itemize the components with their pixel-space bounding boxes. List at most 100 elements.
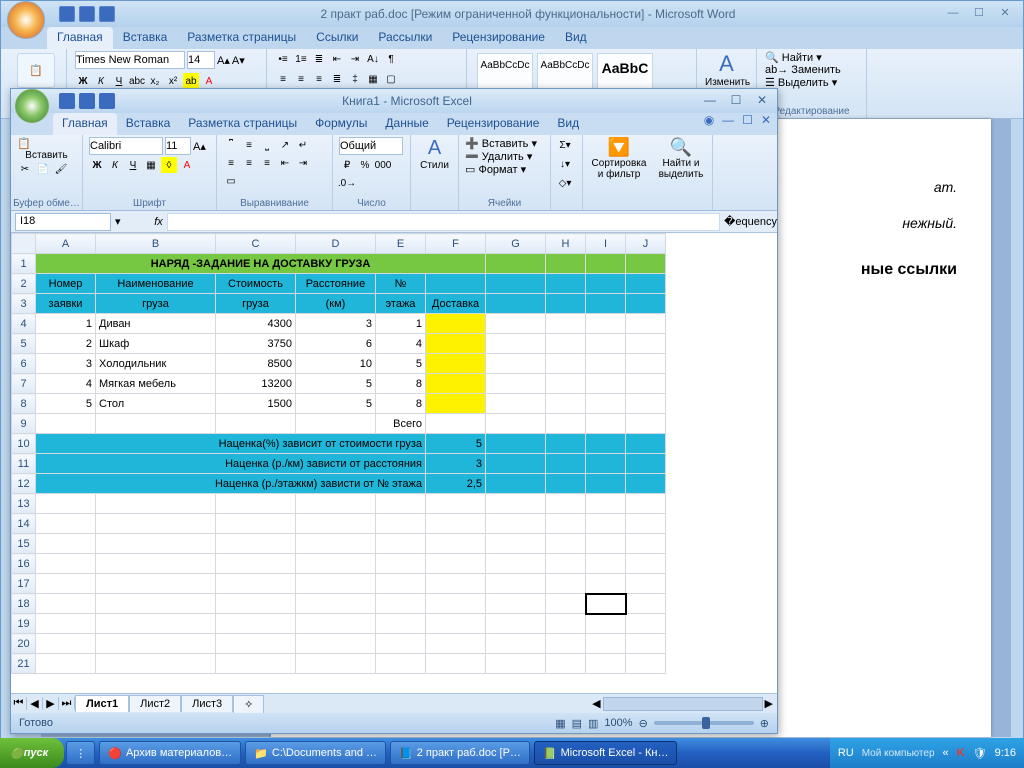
currency-icon[interactable]: ₽ <box>339 157 355 173</box>
tab-mailings[interactable]: Рассылки <box>368 27 442 49</box>
row-header-10[interactable]: 10 <box>12 434 36 454</box>
show-marks-icon[interactable]: ¶ <box>383 51 399 67</box>
clock[interactable]: 9:16 <box>995 747 1016 759</box>
row-header-8[interactable]: 8 <box>12 394 36 414</box>
tab-view[interactable]: Вид <box>555 27 597 49</box>
merge-icon[interactable]: ▭ <box>223 173 239 189</box>
multilevel-icon[interactable]: ≣ <box>311 51 327 67</box>
expand-formula-icon[interactable]: �equency <box>724 215 777 228</box>
replace-button[interactable]: ab→ Заменить <box>765 64 858 76</box>
sheet-nav-first[interactable]: ⏮ <box>11 697 27 710</box>
help-icon[interactable]: ◉ <box>704 113 714 135</box>
font-size-box[interactable] <box>187 51 215 69</box>
tab-formulas[interactable]: Формулы <box>306 113 376 135</box>
font-name-box[interactable] <box>89 137 163 155</box>
indent-dec-icon[interactable]: ⇤ <box>277 155 293 171</box>
tab-insert[interactable]: Вставка <box>117 113 180 135</box>
volume-icon[interactable]: 🛡 <box>973 747 987 760</box>
restore-button[interactable]: ☐ <box>725 94 747 108</box>
excel-grid[interactable]: ABCDEFGHIJ1НАРЯД -ЗАДАНИЕ НА ДОСТАВКУ ГР… <box>11 233 777 693</box>
task-excel[interactable]: 📗 Microsoft Excel - Кн… <box>534 741 678 765</box>
sort-icon[interactable]: A↓ <box>365 51 381 67</box>
kaspersky-icon[interactable]: K <box>957 747 965 759</box>
zoom-label[interactable]: 100% <box>604 717 632 729</box>
row-header-11[interactable]: 11 <box>12 454 36 474</box>
find-select-button[interactable]: Найти и выделить <box>653 158 709 180</box>
redo-icon[interactable] <box>99 93 115 109</box>
indent-dec-icon[interactable]: ⇤ <box>329 51 345 67</box>
inc-decimal-icon[interactable]: .0→ <box>339 175 355 191</box>
excel-titlebar[interactable]: Книга1 - Microsoft Excel — ☐ ✕ <box>11 89 777 113</box>
grow-font-icon[interactable]: A▴ <box>193 140 206 153</box>
row-header-15[interactable]: 15 <box>12 534 36 554</box>
justify-icon[interactable]: ≣ <box>329 71 345 87</box>
excel-office-button[interactable] <box>15 89 49 123</box>
numbering-icon[interactable]: 1≡ <box>293 51 309 67</box>
tab-review[interactable]: Рецензирование <box>438 113 549 135</box>
undo-icon[interactable] <box>79 93 95 109</box>
col-header-G[interactable]: G <box>486 234 546 254</box>
row-header-1[interactable]: 1 <box>12 254 36 274</box>
word-quick-access[interactable] <box>59 6 115 22</box>
row-header-4[interactable]: 4 <box>12 314 36 334</box>
delete-cells-button[interactable]: ➖ Удалить ▾ <box>465 150 544 163</box>
indent-inc-icon[interactable]: ⇥ <box>347 51 363 67</box>
col-header-A[interactable]: A <box>36 234 96 254</box>
col-header-B[interactable]: B <box>96 234 216 254</box>
task-opera[interactable]: 🔴 Архив материалов… <box>99 741 241 765</box>
row-header-16[interactable]: 16 <box>12 554 36 574</box>
styles-button[interactable]: Стили <box>417 160 452 171</box>
maximize-button[interactable]: ☐ <box>967 6 991 22</box>
start-button[interactable]: 🟢 пуск <box>0 738 64 768</box>
col-header-H[interactable]: H <box>546 234 586 254</box>
col-header-I[interactable]: I <box>586 234 626 254</box>
cut-icon[interactable]: ✂ <box>17 161 33 177</box>
row-header-14[interactable]: 14 <box>12 514 36 534</box>
hscroll-right[interactable]: ▶ <box>765 697 773 711</box>
tab-insert[interactable]: Вставка <box>113 27 178 49</box>
subscript-icon[interactable]: x₂ <box>147 73 163 89</box>
row-header-12[interactable]: 12 <box>12 474 36 494</box>
insert-cells-button[interactable]: ➕ Вставить ▾ <box>465 137 544 150</box>
view-break-icon[interactable]: ▥ <box>588 717 598 730</box>
sheet-tab-new[interactable]: ✧ <box>233 695 264 713</box>
task-word[interactable]: 📘 2 практ раб.doc [Р… <box>390 741 530 765</box>
bold-icon[interactable]: Ж <box>89 157 105 173</box>
superscript-icon[interactable]: x² <box>165 73 181 89</box>
align-top-icon[interactable]: ⎴ <box>223 137 239 153</box>
row-header-6[interactable]: 6 <box>12 354 36 374</box>
close-button[interactable]: ✕ <box>993 6 1017 22</box>
orientation-icon[interactable]: ↗ <box>277 137 293 153</box>
font-name-box[interactable] <box>75 51 185 69</box>
bold-icon[interactable]: Ж <box>75 73 91 89</box>
tab-home[interactable]: Главная <box>53 113 117 135</box>
borders-icon[interactable]: ▦ <box>143 157 159 173</box>
highlight-icon[interactable]: ab <box>183 73 199 89</box>
quicklaunch[interactable]: ⋮ <box>66 741 95 765</box>
col-header-D[interactable]: D <box>296 234 376 254</box>
tray-icon[interactable]: « <box>943 747 949 759</box>
tab-references[interactable]: Ссылки <box>306 27 368 49</box>
bullets-icon[interactable]: •≡ <box>275 51 291 67</box>
clear-icon[interactable]: ◇▾ <box>557 175 573 191</box>
col-header-F[interactable]: F <box>426 234 486 254</box>
task-explorer[interactable]: 📁 C:\Documents and … <box>245 741 386 765</box>
word-office-button[interactable] <box>7 1 45 39</box>
system-tray[interactable]: RU Мой компьютер « K 🛡 9:16 <box>830 738 1024 768</box>
find-button[interactable]: 🔍 Найти ▾ <box>765 51 858 64</box>
fx-icon[interactable]: fx <box>151 216 167 228</box>
col-header-J[interactable]: J <box>626 234 666 254</box>
doc-minimize-button[interactable]: — <box>722 113 734 135</box>
paste-button[interactable]: 📋 <box>17 53 55 88</box>
line-spacing-icon[interactable]: ‡ <box>347 71 363 87</box>
tab-view[interactable]: Вид <box>548 113 588 135</box>
minimize-button[interactable]: — <box>699 94 721 108</box>
sheet-nav-next[interactable]: ▶ <box>43 697 59 710</box>
row-header-18[interactable]: 18 <box>12 594 36 614</box>
align-right-icon[interactable]: ≡ <box>311 71 327 87</box>
tab-review[interactable]: Рецензирование <box>442 27 555 49</box>
grow-font-icon[interactable]: A▴ <box>217 54 230 67</box>
view-normal-icon[interactable]: ▦ <box>555 717 565 730</box>
lang-indicator[interactable]: RU <box>838 747 854 759</box>
format-painter-icon[interactable]: 🖌 <box>53 161 69 177</box>
